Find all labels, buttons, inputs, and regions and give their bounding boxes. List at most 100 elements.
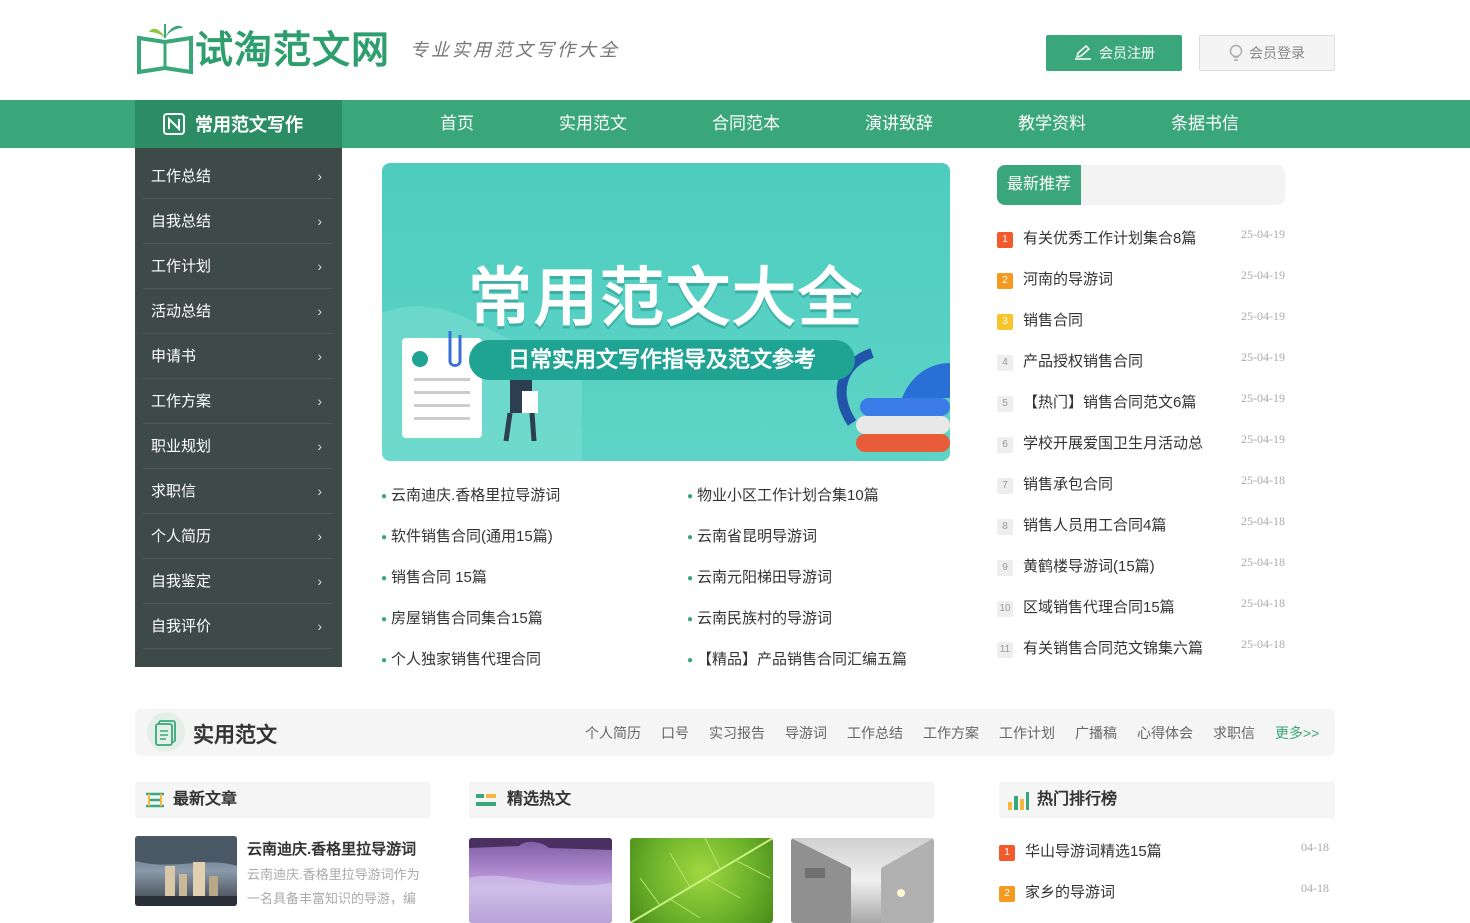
article-thumbnail[interactable] — [135, 836, 237, 906]
recommend-item[interactable]: 6 学校开展爱国卫生月活动总 25-04-19 — [997, 432, 1285, 453]
nav-category-brand[interactable]: 常用范文写作 — [135, 100, 342, 148]
site-slogan: 专业实用范文写作大全 — [410, 40, 620, 61]
nav-letters[interactable]: 条据书信 — [1171, 100, 1239, 148]
chevron-right-icon: › — [317, 528, 322, 544]
hot-thumbnail-sea[interactable] — [469, 838, 612, 923]
sidebar-item-label: 自我鉴定 — [151, 573, 212, 590]
ranking-item[interactable]: 2 家乡的导游词 04-18 — [999, 881, 1329, 902]
latest-articles-header: 最新文章 — [135, 782, 430, 818]
sidebar-item[interactable]: 工作方案 › — [143, 379, 332, 424]
article-link[interactable]: ● 物业小区工作计划合集10篇 — [687, 484, 879, 505]
sea-rock-image — [469, 838, 612, 923]
article-link-label: 销售合同 15篇 — [391, 569, 487, 586]
nav-contracts[interactable]: 合同范本 — [712, 100, 780, 148]
section-link[interactable]: 实习报告 — [709, 723, 765, 743]
sidebar-item[interactable]: 自我总结 › — [143, 199, 332, 244]
recommend-title: 销售人员用工合同4篇 — [1023, 517, 1167, 534]
section-link[interactable]: 广播稿 — [1075, 723, 1117, 743]
pen-icon — [1075, 45, 1091, 60]
chevron-right-icon: › — [317, 618, 322, 634]
section-link[interactable]: 个人简历 — [585, 723, 641, 743]
recommend-title: 河南的导游词 — [1023, 271, 1114, 288]
city-skyline-image — [135, 836, 237, 906]
sidebar-item-label: 个人简历 — [151, 528, 212, 545]
sidebar-item[interactable]: 申请书 › — [143, 334, 332, 379]
chevron-right-icon: › — [317, 438, 322, 454]
sidebar-item-label: 自我总结 — [151, 213, 212, 230]
ranking-header: 热门排行榜 — [999, 782, 1335, 818]
sidebar-item-label: 职业规划 — [151, 438, 212, 455]
bullet-dot-icon: ● — [381, 654, 388, 666]
rank-badge: 10 — [997, 601, 1013, 617]
article-link[interactable]: ● 房屋销售合同集合15篇 — [381, 607, 543, 628]
article-link[interactable]: ● 软件销售合同(通用15篇) — [381, 525, 553, 546]
nav-home[interactable]: 首页 — [440, 100, 474, 148]
nav-speeches[interactable]: 演讲致辞 — [865, 100, 933, 148]
bullet-dot-icon: ● — [381, 613, 388, 625]
sidebar-item[interactable]: 自我评价 › — [143, 604, 332, 649]
article-link[interactable]: ● 销售合同 15篇 — [381, 566, 487, 587]
login-button[interactable]: 会员登录 — [1199, 35, 1335, 71]
rank-badge: 4 — [997, 355, 1013, 371]
section-link[interactable]: 导游词 — [785, 723, 827, 743]
book-leaf-icon — [137, 24, 193, 75]
recommend-date: 25-04-18 — [1241, 596, 1285, 610]
recommend-item[interactable]: 4 产品授权销售合同 25-04-19 — [997, 350, 1285, 371]
recommend-item[interactable]: 10 区域销售代理合同15篇 25-04-18 — [997, 596, 1285, 617]
recommend-item[interactable]: 8 销售人员用工合同4篇 25-04-18 — [997, 514, 1285, 535]
section-link[interactable]: 求职信 — [1213, 723, 1255, 743]
ranking-item[interactable]: 1 华山导游词精选15篇 04-18 — [999, 840, 1329, 861]
sidebar-item[interactable]: 工作计划 › — [143, 244, 332, 289]
recommend-title: 学校开展爱国卫生月活动总 — [1023, 435, 1204, 452]
article-link[interactable]: ● 云南民族村的导游词 — [687, 607, 832, 628]
bullet-dot-icon: ● — [687, 613, 694, 625]
recommend-item[interactable]: 1 有关优秀工作计划集合8篇 25-04-19 — [997, 227, 1285, 248]
article-link[interactable]: ● 云南元阳梯田导游词 — [687, 566, 832, 587]
rank-badge: 5 — [997, 396, 1013, 412]
article-link-label: 云南省昆明导游词 — [697, 528, 818, 545]
recommend-item[interactable]: 11 有关销售合同范文锦集六篇 25-04-18 — [997, 637, 1285, 658]
article-link[interactable]: ● 个人独家销售代理合同 — [381, 648, 541, 669]
section-link[interactable]: 工作方案 — [923, 723, 979, 743]
sidebar-item-label: 求职信 — [151, 483, 197, 500]
hero-banner[interactable]: 常用范文大全 日常实用文写作指导及范文参考 — [382, 163, 950, 461]
chevron-right-icon: › — [317, 483, 322, 499]
sidebar-item[interactable]: 活动总结 › — [143, 289, 332, 334]
rank-badge: 2 — [999, 886, 1015, 902]
recommend-date: 25-04-19 — [1241, 309, 1285, 323]
section-title: 实用范文 — [193, 724, 277, 747]
article-link[interactable]: ● 【精品】产品销售合同汇编五篇 — [687, 648, 907, 669]
recommend-item[interactable]: 2 河南的导游词 25-04-19 — [997, 268, 1285, 289]
recommend-item[interactable]: 9 黄鹤楼导游词(15篇) 25-04-18 — [997, 555, 1285, 576]
article-link-label: 软件销售合同(通用15篇) — [391, 528, 553, 545]
article-excerpt: 一名具备丰富知识的导游，编 — [247, 891, 417, 906]
lightbulb-icon — [1229, 44, 1243, 61]
recommend-item[interactable]: 7 销售承包合同 25-04-18 — [997, 473, 1285, 494]
hot-thumbnail-cabin[interactable] — [791, 838, 934, 923]
hot-thumbnail-leaf[interactable] — [630, 838, 773, 923]
section-link[interactable]: 口号 — [661, 723, 689, 743]
recommend-item[interactable]: 3 销售合同 25-04-19 — [997, 309, 1285, 330]
article-link[interactable]: ● 云南省昆明导游词 — [687, 525, 817, 546]
register-button[interactable]: 会员注册 — [1046, 35, 1182, 71]
tab-recommend[interactable]: 最新推荐 — [997, 165, 1081, 205]
nav-teaching[interactable]: 教学资料 — [1018, 100, 1086, 148]
article-title[interactable]: 云南迪庆.香格里拉导游词 — [247, 838, 416, 859]
article-link[interactable]: ● 云南迪庆.香格里拉导游词 — [381, 484, 560, 505]
more-link[interactable]: 更多>> — [1275, 723, 1319, 743]
sidebar-item[interactable]: 个人简历 › — [143, 514, 332, 559]
rank-badge: 8 — [997, 519, 1013, 535]
sidebar-item[interactable]: 职业规划 › — [143, 424, 332, 469]
sidebar-item[interactable]: 求职信 › — [143, 469, 332, 514]
hot-picks-header: 精选热文 — [469, 782, 934, 818]
sidebar-item[interactable]: 工作总结 › — [143, 154, 332, 199]
chevron-right-icon: › — [317, 303, 322, 319]
sidebar-item[interactable]: 自我鉴定 › — [143, 559, 332, 604]
ranking-date: 04-18 — [1301, 881, 1329, 895]
recommend-item[interactable]: 5 【热门】销售合同范文6篇 25-04-19 — [997, 391, 1285, 412]
section-link[interactable]: 工作总结 — [847, 723, 903, 743]
nav-practical[interactable]: 实用范文 — [559, 100, 627, 148]
section-link[interactable]: 心得体会 — [1137, 723, 1193, 743]
article-link-label: 【精品】产品销售合同汇编五篇 — [697, 651, 908, 668]
section-link[interactable]: 工作计划 — [999, 723, 1055, 743]
